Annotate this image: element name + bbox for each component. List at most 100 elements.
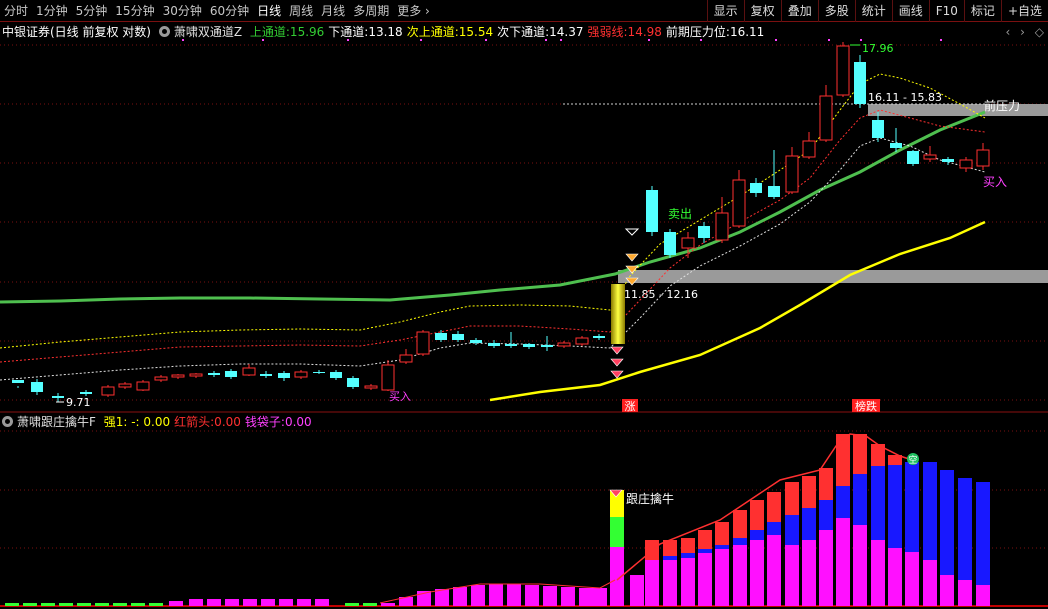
candle-5 [118,382,132,389]
top-marker-3 [420,39,422,41]
stacked-bar-17 [923,462,937,606]
sub-bar-16 [297,599,311,606]
sub-bar-15 [279,599,293,606]
red-diamond-0 [610,346,624,355]
sub-bar-3 [59,603,73,606]
sub-bar-32 [593,588,607,606]
top-marker-5 [545,39,547,41]
candle-14 [278,371,290,381]
sub-bar-8 [149,603,163,606]
stacked-bar-13 [853,434,867,606]
sub-bar-2 [41,603,55,606]
candle-30 [557,341,571,348]
stacked-bar-7 [750,500,764,606]
candle-16 [313,370,325,374]
sub-bar-7 [131,603,145,606]
sub-bar-10 [189,599,203,606]
candle-21 [399,349,413,364]
stacked-bar-12 [836,434,850,606]
sub-envelope-line [616,433,913,581]
buy-signal-label-left: 买入 [389,390,411,403]
stacked-bar-10 [802,476,816,606]
sub-bar-19 [363,603,377,606]
bang-badge-text: 榜跌 [855,399,877,413]
sub-bar-31 [579,588,593,606]
zhang-badge-text: 涨 [625,400,636,413]
orange-diamond-0 [625,253,639,262]
lower-pressure-zone [618,270,1048,283]
candle-33 [646,186,658,236]
sub-bar-25 [471,585,485,606]
candle-51 [959,157,973,172]
stacked-bar-6 [733,510,747,606]
stacked-bar-5 [715,522,729,606]
sub-bar-14 [261,599,275,606]
candle-23 [435,330,447,342]
stacked-bar-16 [905,462,919,606]
signal-bar-green [610,517,624,547]
candle-4 [101,385,115,397]
lower-zone-label: 11.85 - 12.16 [624,288,698,301]
top-marker-6 [560,39,562,41]
candle-34 [664,229,676,258]
candle-24 [452,331,464,342]
sub-bar-27 [507,584,521,606]
stacked-bar-3 [681,538,695,606]
sub-bar-4 [77,603,91,606]
buy-signal-label: 买入 [983,175,1007,189]
stacked-bar-15 [888,455,902,606]
candle-0 [12,380,24,388]
candle-7 [154,375,168,382]
upper-zone-label: 16.11 - 15.83 [868,91,942,104]
candle-11 [225,369,237,379]
sub-bar-23 [435,589,449,606]
candle-46 [872,112,884,142]
candle-20 [381,360,395,391]
sub-bar-12 [225,599,239,606]
stacked-bar-8 [767,492,781,606]
stacked-bar-4 [698,530,712,606]
lower-channel-line [489,220,986,402]
breakout-candle [611,284,625,344]
sub-bar-29 [543,586,557,606]
candle-36 [698,222,710,243]
sub-bar-0 [5,603,19,606]
stacked-bar-2 [663,540,677,606]
candle-44 [836,42,850,97]
top-marker-2 [347,39,349,41]
money-bag-text: 空 [908,454,917,466]
candle-6 [136,380,150,391]
sub-bar-24 [453,587,467,606]
sell-signal-label: 卖出 [668,207,692,221]
candle-35 [681,232,695,258]
candle-52 [976,143,990,170]
kline-chart[interactable]: 16.11 - 15.83 11.85 - 12.16 前压力 17.96 9.71 卖… [0,0,1048,609]
stacked-bar-11 [819,468,833,606]
top-marker-1 [262,39,264,41]
candle-41 [785,147,799,194]
channel-lines [0,73,986,402]
top-marker-8 [700,39,702,41]
candle-25 [470,338,482,345]
candle-12 [242,364,256,376]
stacked-bar-9 [785,482,799,606]
candle-9 [189,373,203,378]
candle-50 [942,157,954,165]
stacked-bar-14 [871,444,885,606]
sub-bar-17 [315,599,329,606]
sub-bar-26 [489,584,503,606]
candle-49 [923,146,937,162]
stacked-bar-0 [630,575,644,606]
sub-bar-30 [561,587,575,606]
candle-2 [52,393,64,402]
candle-17 [330,370,342,380]
candle-42 [802,132,816,159]
candle-26 [488,340,500,348]
sub-bar-18 [345,603,359,606]
candle-27 [505,332,517,348]
stacked-bar-20 [976,482,990,606]
top-marker-10 [828,39,830,41]
candle-10 [208,371,220,377]
pressure-label: 前压力 [984,98,1020,113]
sub-bar-20 [381,603,395,606]
